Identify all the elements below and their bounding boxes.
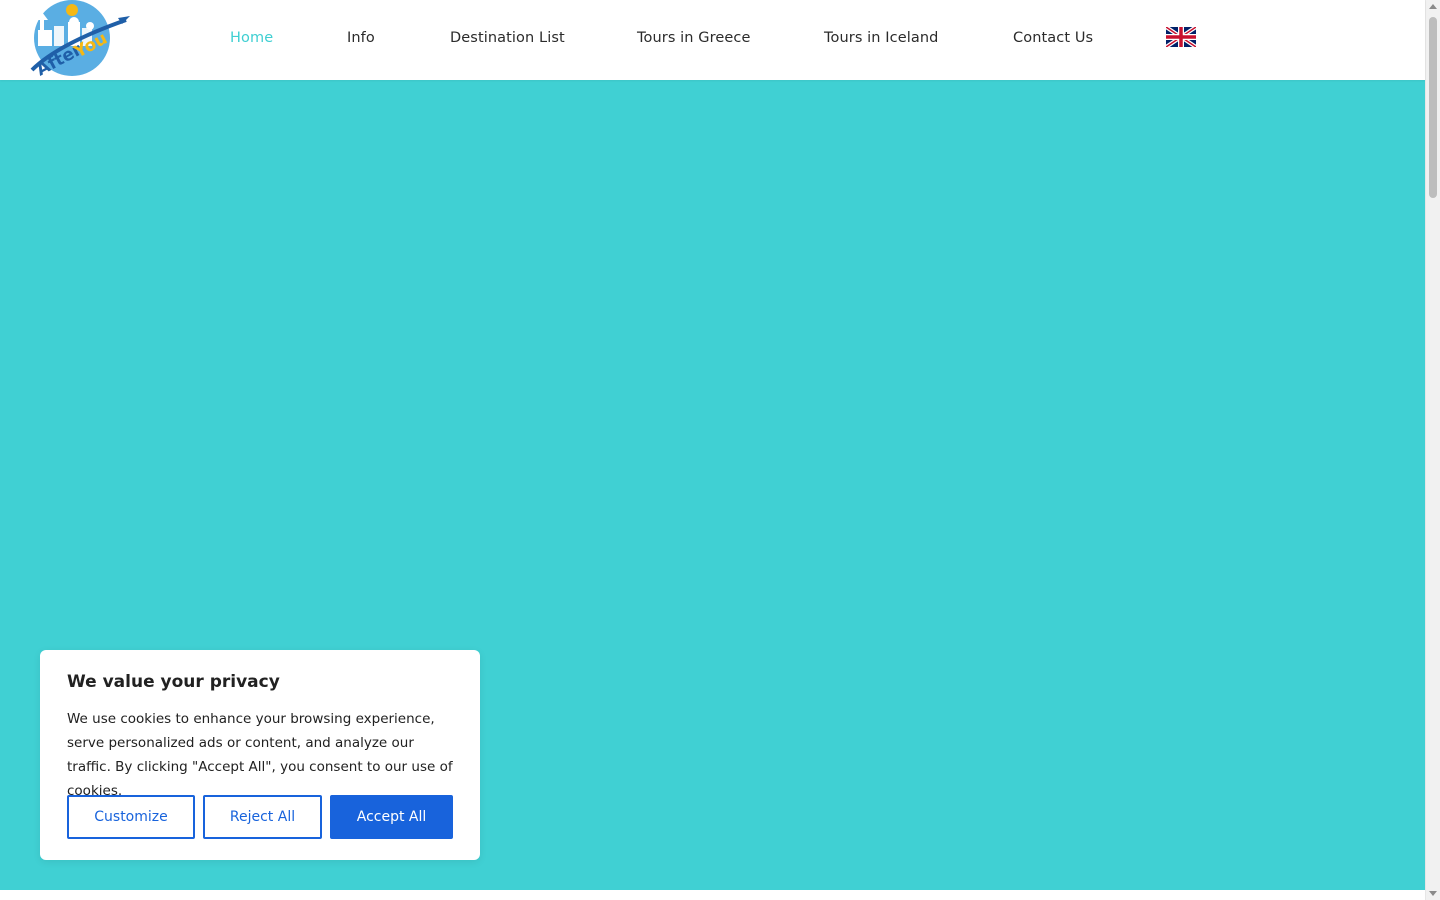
nav-item-tours-in-iceland[interactable]: Tours in Iceland — [824, 30, 939, 46]
cookie-description: We use cookies to enhance your browsing … — [67, 711, 453, 799]
vertical-scrollbar[interactable] — [1425, 0, 1440, 900]
scroll-up-arrow-icon[interactable] — [1429, 4, 1437, 9]
accept-all-button[interactable]: Accept All — [330, 795, 453, 839]
site-header: After You Home Info Destination List Tou… — [0, 0, 1425, 80]
nav-item-home[interactable]: Home — [230, 30, 273, 46]
reject-all-button[interactable]: Reject All — [203, 795, 322, 839]
nav-item-contact-us[interactable]: Contact Us — [1013, 30, 1093, 46]
page: After You Home Info Destination List Tou… — [0, 0, 1425, 900]
nav-item-info[interactable]: Info — [347, 30, 375, 46]
after-you-logo[interactable]: After You — [18, 0, 132, 80]
customize-button[interactable]: Customize — [67, 795, 195, 839]
cookie-consent-banner: We value your privacy We use cookies to … — [40, 650, 480, 860]
nav-item-tours-in-greece[interactable]: Tours in Greece — [637, 30, 751, 46]
scroll-down-arrow-icon[interactable] — [1429, 891, 1437, 896]
cookie-title: We value your privacy — [67, 672, 280, 692]
page-bottom-strip — [0, 890, 1425, 900]
uk-flag-icon[interactable] — [1166, 27, 1196, 47]
nav-item-destination-list[interactable]: Destination List — [450, 30, 565, 46]
scrollbar-thumb[interactable] — [1429, 17, 1437, 198]
